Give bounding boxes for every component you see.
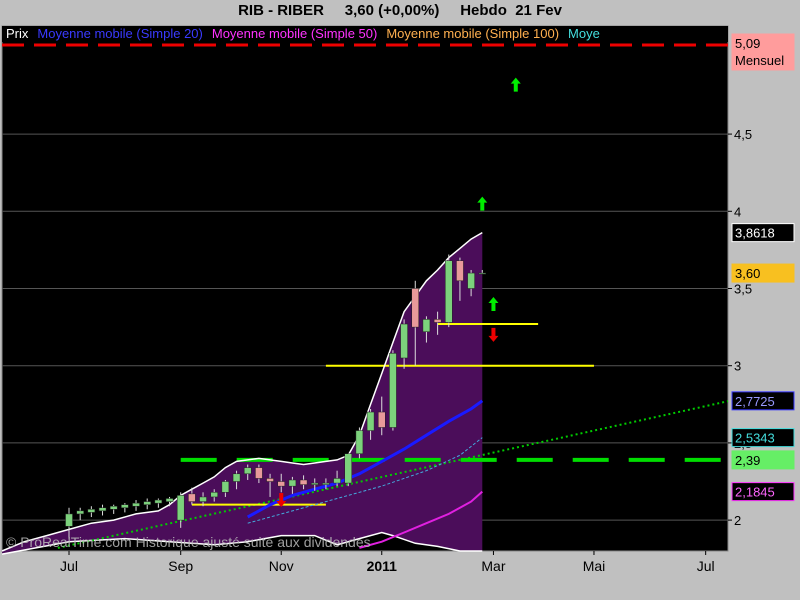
x-tick-label: Mai	[583, 558, 606, 574]
candle-body	[344, 453, 352, 484]
candle-body	[210, 492, 218, 498]
candle-body	[266, 478, 274, 482]
value-label-text: 3,8618	[735, 226, 775, 241]
candle-body	[322, 482, 330, 485]
y-tick-label: 4	[734, 204, 741, 219]
x-tick-label: Jul	[60, 558, 78, 574]
legend-item: Moye	[568, 26, 600, 41]
candle-body	[76, 510, 84, 515]
candle-body	[478, 272, 487, 275]
candle-body	[121, 504, 129, 509]
candle-body	[243, 467, 252, 475]
price-chart[interactable]: Prix Moyenne mobile (Simple 20) Moyenne mo…	[0, 24, 800, 600]
x-tick-label: Nov	[269, 558, 294, 574]
legend-item: Moyenne mobile (Simple 20)	[37, 26, 202, 41]
candle-body	[422, 319, 431, 332]
y-tick-label: 2	[734, 513, 741, 528]
candle-body	[445, 260, 453, 323]
candle-body	[255, 467, 263, 479]
candle-body	[366, 411, 375, 431]
candle-body	[199, 496, 207, 502]
value-label-subtext: Mensuel	[735, 53, 784, 68]
candle-body	[389, 353, 397, 428]
x-tick-label: Jul	[697, 558, 715, 574]
legend-item: Moyenne mobile (Simple 100)	[386, 26, 559, 41]
candle-body	[456, 260, 464, 282]
candle-body	[143, 501, 151, 505]
candle-body	[188, 493, 196, 502]
value-label-text: 2,5343	[735, 431, 775, 446]
y-tick-label: 3	[734, 359, 741, 374]
candle-body	[87, 509, 96, 513]
candle-body	[65, 513, 73, 527]
x-tick-label: Mar	[481, 558, 505, 574]
candle-body	[299, 479, 308, 485]
candle-body	[132, 502, 140, 507]
candle-body	[433, 319, 442, 323]
candle-body	[165, 498, 174, 502]
candle-body	[232, 473, 241, 482]
legend-item: Moyenne mobile (Simple 50)	[212, 26, 377, 41]
value-label: 2,1845	[731, 482, 795, 502]
candle-body	[288, 479, 297, 487]
value-label: 2,5343	[731, 428, 795, 448]
candle-body	[355, 430, 364, 454]
value-label: 3,8618	[731, 223, 795, 243]
y-tick-label: 4,5	[734, 127, 752, 142]
candle-body	[400, 323, 408, 359]
candle-body	[109, 505, 118, 510]
chart-title: RIB - RIBER 3,60 (+0,00%) Hebdo 21 Fev	[238, 2, 562, 19]
candle-body	[277, 481, 285, 487]
value-label-text: 2,39	[735, 453, 760, 468]
x-tick-label: Sep	[168, 558, 193, 574]
value-label: 5,09 Mensuel	[731, 33, 795, 71]
candle-body	[154, 499, 163, 504]
candle-body	[333, 478, 341, 484]
value-label-text: 2,7725	[735, 394, 775, 409]
value-label: 2,39	[731, 450, 795, 470]
value-label-text: 2,1845	[735, 485, 775, 500]
y-tick-label: 3,5	[734, 282, 752, 297]
candle-body	[176, 495, 185, 521]
candle-body	[310, 482, 319, 485]
legend-item: Prix	[6, 26, 29, 41]
watermark-text: © ProRealTime.com Historique ajusté suit…	[6, 534, 371, 550]
value-label: 3,60	[731, 263, 795, 283]
candle-body	[467, 272, 475, 289]
value-label: 2,7725	[731, 391, 795, 411]
value-label-text: 3,60	[735, 266, 760, 281]
value-label-text: 5,09	[735, 36, 760, 51]
x-tick-label: 2011	[367, 558, 398, 574]
candle-body	[378, 411, 386, 428]
candle-body	[411, 288, 420, 328]
candle-body	[221, 481, 230, 493]
candle-body	[98, 507, 107, 512]
